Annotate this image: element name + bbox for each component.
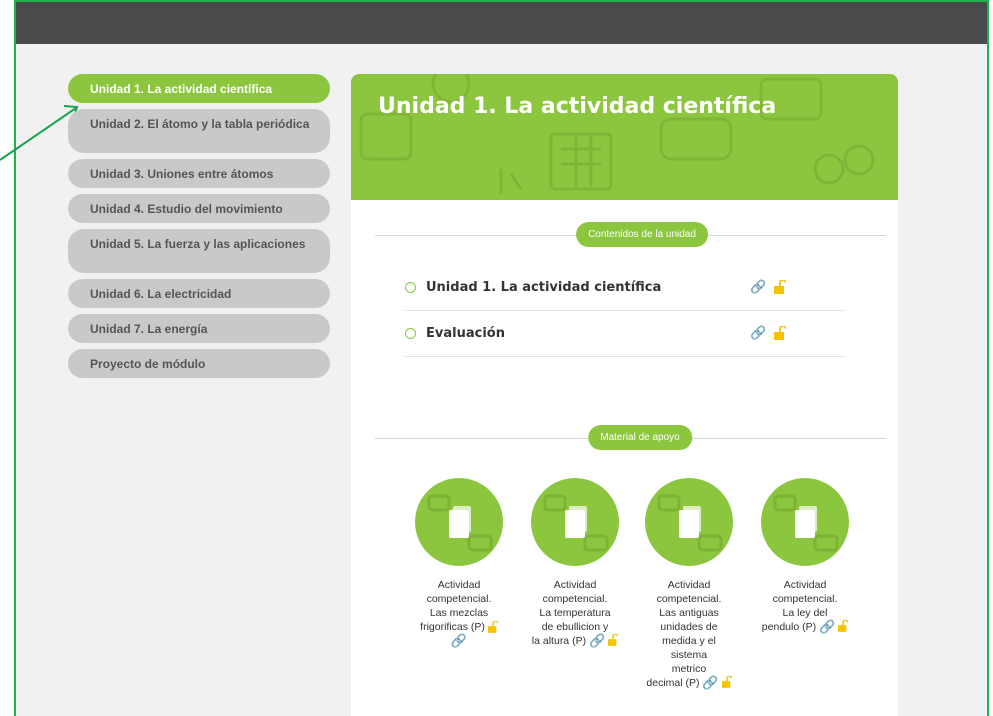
unlocked-padlock-icon[interactable] (774, 280, 787, 294)
sidebar-item-unidad-7[interactable]: Unidad 7. La energía (68, 314, 330, 343)
content-row-unidad-1[interactable]: Unidad 1. La actividad científica 🔗 (405, 265, 845, 311)
link-icon[interactable]: 🔗 (702, 676, 718, 690)
row-actions: 🔗 (750, 279, 787, 295)
document-stack-icon (415, 478, 503, 566)
sidebar-item-unidad-2[interactable]: Unidad 2. El átomo y la tabla periódica (68, 109, 330, 153)
unlocked-padlock-icon[interactable] (608, 634, 619, 647)
banner-title: Unidad 1. La actividad científica (378, 94, 777, 119)
sidebar-item-unidad-4[interactable]: Unidad 4. Estudio del movimiento (68, 194, 330, 223)
banner-decoration (359, 74, 875, 194)
sidebar-item-label: Unidad 1. La actividad científica (90, 81, 273, 96)
link-icon[interactable]: 🔗 (750, 325, 766, 341)
material-text: Actividad competencial. La ley del pendu… (751, 578, 859, 634)
unit-sidebar: Unidad 1. La actividad científica Unidad… (68, 74, 330, 384)
unlocked-padlock-icon[interactable] (487, 621, 498, 634)
sidebar-item-proyecto[interactable]: Proyecto de módulo (68, 349, 330, 378)
unlocked-padlock-icon[interactable] (774, 326, 787, 340)
sidebar-item-label: Unidad 3. Uniones entre átomos (90, 166, 274, 181)
materials-separator: Material de apoyo (351, 423, 898, 453)
material-text: Actividad competencial. La temperatura d… (521, 578, 629, 648)
link-icon[interactable]: 🔗 (589, 634, 605, 648)
row-actions: 🔗 (750, 325, 787, 341)
material-item[interactable]: Actividad competencial. Las antiguas uni… (635, 478, 743, 690)
document-stack-icon (531, 478, 619, 566)
unit-card: Unidad 1. La actividad científica Conten… (351, 74, 898, 716)
sidebar-item-label: Unidad 2. El átomo y la tabla periódica (90, 117, 310, 131)
circle-outline-icon (405, 282, 416, 293)
link-icon[interactable]: 🔗 (750, 279, 766, 295)
top-bar (16, 2, 987, 44)
sidebar-item-label: Unidad 5. La fuerza y las aplicaciones (90, 237, 306, 251)
material-text: Actividad competencial. Las antiguas uni… (635, 578, 743, 690)
sidebar-item-label: Unidad 4. Estudio del movimiento (90, 201, 283, 216)
material-item[interactable]: Actividad competencial. La temperatura d… (521, 478, 629, 648)
material-item[interactable]: Actividad competencial. La ley del pendu… (751, 478, 859, 634)
sidebar-item-unidad-3[interactable]: Unidad 3. Uniones entre átomos (68, 159, 330, 188)
unit-banner: Unidad 1. La actividad científica (351, 74, 898, 200)
contents-separator: Contenidos de la unidad (351, 220, 898, 250)
content-row-title: Unidad 1. La actividad científica (426, 280, 662, 295)
unlocked-padlock-icon[interactable] (721, 676, 732, 689)
materials-header: Material de apoyo (588, 425, 692, 450)
sidebar-item-label: Proyecto de módulo (90, 356, 206, 371)
sidebar-item-unidad-5[interactable]: Unidad 5. La fuerza y las aplicaciones (68, 229, 330, 273)
document-stack-icon (645, 478, 733, 566)
content-row-title: Evaluación (426, 326, 505, 341)
document-stack-icon (761, 478, 849, 566)
circle-outline-icon (405, 328, 416, 339)
sidebar-item-unidad-1[interactable]: Unidad 1. La actividad científica (68, 74, 330, 103)
link-icon[interactable]: 🔗 (451, 633, 467, 648)
material-text: Actividad competencial. Las mezclas frig… (405, 578, 513, 649)
sidebar-item-label: Unidad 7. La energía (90, 321, 208, 336)
sidebar-item-unidad-6[interactable]: Unidad 6. La electricidad (68, 279, 330, 308)
sidebar-item-label: Unidad 6. La electricidad (90, 286, 232, 301)
material-item[interactable]: Actividad competencial. Las mezclas frig… (405, 478, 513, 649)
contents-header: Contenidos de la unidad (576, 222, 708, 247)
content-row-evaluacion[interactable]: Evaluación 🔗 (405, 311, 845, 357)
unlocked-padlock-icon[interactable] (838, 620, 849, 633)
link-icon[interactable]: 🔗 (819, 620, 835, 634)
